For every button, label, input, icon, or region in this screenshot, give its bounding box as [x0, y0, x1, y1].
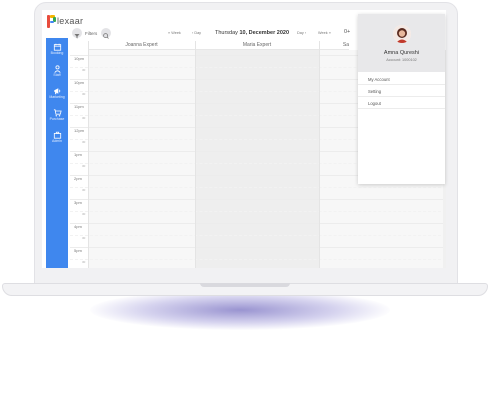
- cart-icon: [53, 109, 62, 117]
- time-label: 10pm: [74, 80, 85, 85]
- half-row[interactable]: [70, 259, 446, 260]
- prev-week-label: Week: [171, 31, 181, 35]
- zoom-icon: [103, 33, 109, 39]
- laptop-notch: [200, 283, 290, 287]
- half-label: 30: [82, 260, 86, 264]
- next-week-button[interactable]: Week »: [318, 31, 331, 35]
- filters-label[interactable]: Filters: [85, 31, 97, 36]
- next-day-label: Day: [297, 31, 304, 35]
- current-date: Thursday 10, December 2020: [215, 30, 289, 36]
- prev-day-label: Day: [194, 31, 202, 35]
- column-header: Maria Expert: [195, 41, 319, 50]
- half-row[interactable]: [70, 211, 446, 212]
- menu-item-logout[interactable]: Logout: [358, 98, 445, 109]
- column-header: Joanna Expert: [88, 41, 195, 50]
- sidebar-item-label: Admin: [52, 139, 62, 143]
- sidebar-item-marketing[interactable]: Marketing: [46, 87, 68, 99]
- sidebar-item-label: Booking: [50, 51, 64, 55]
- sidebar-item-booking[interactable]: Booking: [46, 43, 68, 55]
- prev-day-button[interactable]: ‹ Day: [192, 31, 201, 35]
- date-main: 10, December 2020: [239, 30, 290, 36]
- logo-mark-icon: [47, 14, 56, 28]
- profile-name: Amna Qureshi: [383, 50, 420, 56]
- filter-icon: [74, 34, 80, 39]
- double-chevron-left-icon: «: [168, 31, 171, 35]
- add-button[interactable]: 0+: [344, 29, 350, 35]
- zoom-button[interactable]: [101, 28, 111, 39]
- menu-item-setting[interactable]: Setting: [358, 86, 445, 97]
- time-label: 4pm: [74, 224, 82, 229]
- logo-text: lexaar: [57, 16, 84, 26]
- time-label: 5pm: [74, 248, 82, 253]
- half-label: 30: [82, 140, 86, 144]
- half-label: 30: [82, 236, 86, 240]
- time-row[interactable]: [70, 247, 446, 248]
- column-header: Sa: [319, 41, 349, 50]
- half-label: 30: [82, 164, 86, 168]
- avatar-image: [393, 25, 411, 43]
- time-label: 2pm: [74, 176, 82, 181]
- half-label: 30: [82, 68, 86, 72]
- time-label: 1pm: [74, 152, 82, 157]
- time-row[interactable]: [70, 223, 446, 224]
- laptop-shadow: [90, 290, 390, 330]
- sidebar-item-staff[interactable]: Staff: [46, 65, 68, 77]
- logo[interactable]: lexaar: [47, 14, 83, 28]
- briefcase-icon: [53, 131, 61, 139]
- sidebar-item-admin[interactable]: Admin: [46, 131, 68, 143]
- avatar[interactable]: [393, 25, 411, 43]
- half-label: 30: [82, 188, 86, 192]
- time-row[interactable]: [70, 199, 446, 200]
- half-row[interactable]: [70, 235, 446, 236]
- sidebar-item-purchase[interactable]: Purchase: [46, 109, 68, 121]
- time-label: 12pm: [74, 128, 85, 133]
- profile-account: Account: 1000102: [386, 58, 417, 62]
- next-day-button[interactable]: Day ›: [297, 31, 306, 35]
- time-label: 3pm: [74, 200, 82, 205]
- column-divider: [88, 41, 89, 268]
- sidebar-item-label: Purchase: [49, 117, 65, 121]
- profile-dropdown: Amna Qureshi Account: 1000102 My Account…: [358, 14, 445, 184]
- next-week-label: Week: [318, 31, 328, 35]
- profile-header: [358, 14, 445, 72]
- menu-item-my-account[interactable]: My Account: [358, 74, 445, 85]
- filter-button[interactable]: [72, 28, 82, 39]
- column-divider: [195, 41, 196, 268]
- half-label: 30: [82, 116, 86, 120]
- user-icon: [53, 65, 61, 73]
- time-label: 11pm: [74, 104, 84, 109]
- calendar-icon: [53, 43, 61, 51]
- half-label: 30: [82, 92, 86, 96]
- time-label: 10pm: [74, 56, 85, 61]
- date-weekday: Thursday: [215, 30, 238, 36]
- double-chevron-right-icon: »: [328, 31, 331, 35]
- half-label: 30: [82, 212, 86, 216]
- chevron-right-icon: ›: [304, 31, 307, 35]
- sidebar-item-label: Marketing: [49, 95, 65, 99]
- column-divider: [319, 41, 320, 268]
- megaphone-icon: [53, 88, 60, 95]
- prev-week-button[interactable]: « Week: [168, 31, 181, 35]
- half-row[interactable]: [70, 187, 446, 188]
- sidebar: Booking Staff Marketing Purchase Admin: [46, 38, 68, 268]
- sidebar-item-label: Staff: [53, 73, 61, 77]
